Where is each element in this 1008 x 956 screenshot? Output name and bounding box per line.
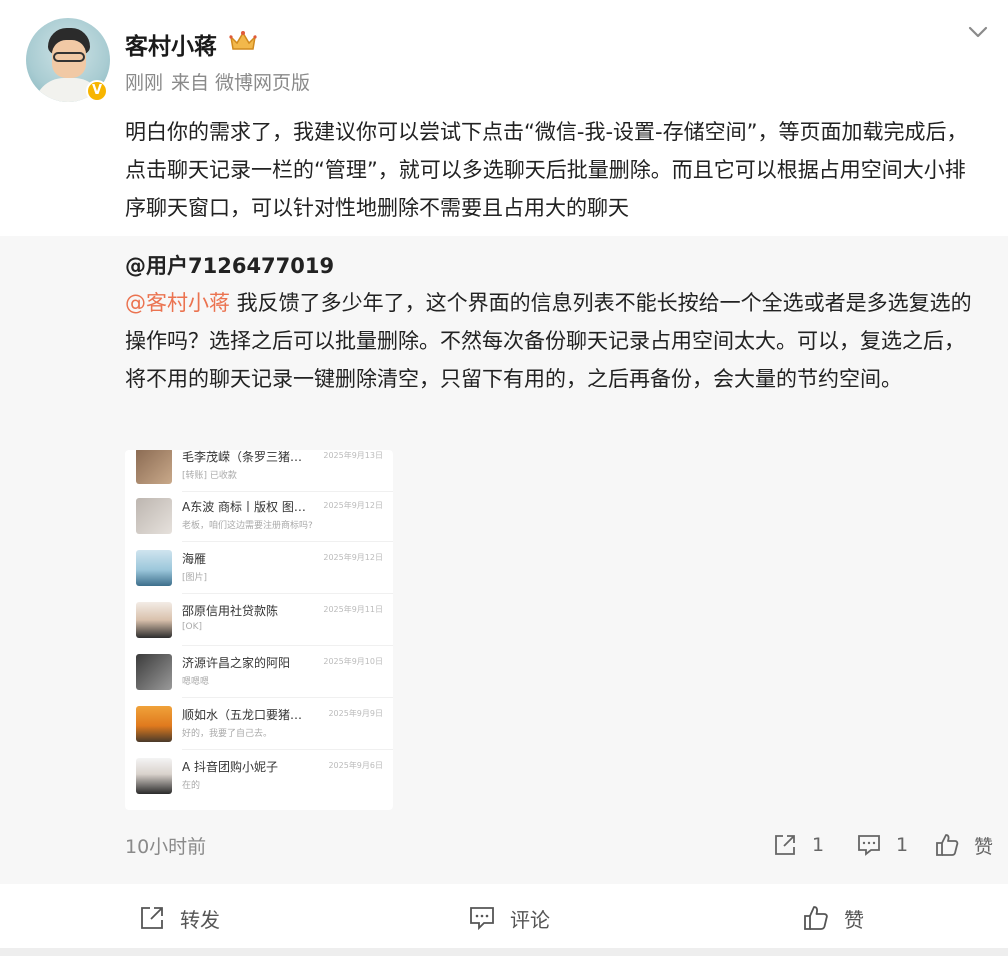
chat-item: A 抖音团购小妮子 在的 2025年9月6日 (125, 750, 393, 802)
chat-item: 顺如水（五龙口要猪… 好的，我要了自己去。 2025年9月9日 (125, 698, 393, 750)
username[interactable]: 客村小蒋 (125, 27, 217, 61)
attached-screenshot[interactable]: 毛李茂嵘（条罗三猪… [转账] 已收款 2025年9月13日 A东波 商标丨版权… (125, 450, 393, 810)
repost-button[interactable]: 转发 (138, 902, 220, 934)
chat-name: 海雁 (182, 552, 207, 566)
chat-date: 2025年9月12日 (323, 501, 383, 510)
post-source: 来自 微博网页版 (171, 72, 311, 94)
chevron-down-icon[interactable] (966, 22, 990, 42)
repost-label: 转发 (180, 907, 220, 932)
chat-date: 2025年9月11日 (323, 605, 383, 614)
chat-avatar (136, 706, 172, 742)
comment-count: 1 (896, 834, 909, 856)
repost-count: 1 (812, 834, 825, 856)
post-meta: 刚刚 来自 微博网页版 (125, 68, 310, 95)
like-label: 赞 (974, 835, 994, 858)
verified-badge: V (86, 80, 108, 102)
chat-preview: [转账] 已收款 (182, 471, 237, 481)
chat-preview: [图片] (182, 573, 208, 583)
like-icon (804, 906, 828, 930)
chat-preview: 老板，咱们这边需要注册商标吗? (182, 521, 313, 531)
chat-preview: 好的，我要了自己去。 (182, 729, 273, 739)
chat-avatar (136, 450, 172, 484)
chat-avatar (136, 550, 172, 586)
repost-body: 我反馈了多少年了，这个界面的信息列表不能长按给一个全选或者是多选复选的操作吗？选… (125, 291, 972, 391)
chat-date: 2025年9月10日 (323, 657, 383, 666)
chat-name: 毛李茂嵘（条罗三猪… (182, 450, 303, 464)
chat-avatar (136, 498, 172, 534)
chat-date: 2025年9月9日 (328, 709, 383, 718)
chat-preview: 在的 (182, 781, 201, 791)
repost-time[interactable]: 10小时前 (125, 832, 206, 859)
post-header: V 客村小蒋 刚刚 来自 微博网页版 (0, 0, 1008, 110)
action-bar: 转发 评论 赞 (0, 884, 1008, 956)
comment-button[interactable]: 评论 (468, 902, 550, 934)
comment-icon (470, 907, 494, 931)
chat-date: 2025年9月6日 (328, 761, 383, 770)
like-stat-button[interactable]: 赞 (934, 830, 993, 860)
repost-block[interactable]: @用户7126477019 @客村小蒋 我反馈了多少年了，这个界面的信息列表不能… (0, 236, 1008, 884)
bottom-divider (0, 948, 1008, 956)
chat-name: A 抖音团购小妮子 (182, 760, 279, 774)
like-label: 赞 (844, 907, 864, 932)
like-button[interactable]: 赞 (802, 902, 864, 934)
comment-label: 评论 (510, 907, 550, 932)
chat-avatar (136, 654, 172, 690)
post-time[interactable]: 刚刚 (125, 72, 163, 94)
repost-stat-button[interactable]: 1 (772, 830, 824, 860)
chat-item: 邵原信用社贷款陈 [OK] 2025年9月11日 (125, 594, 393, 646)
repost-icon (775, 835, 795, 855)
chat-date: 2025年9月12日 (323, 553, 383, 562)
chat-name: 邵原信用社贷款陈 (182, 604, 279, 618)
chat-date: 2025年9月13日 (323, 451, 383, 460)
comment-icon (858, 835, 880, 856)
chat-avatar (136, 602, 172, 638)
chat-name: 济源许昌之家的阿阳 (182, 656, 291, 670)
chat-name: 顺如水（五龙口要猪… (182, 708, 303, 722)
repost-footer: 10小时前 1 1 赞 (0, 830, 1008, 864)
mention-link[interactable]: @客村小蒋 (125, 291, 230, 315)
post-text: 明白你的需求了，我建议你可以尝试下点击“微信-我-设置-存储空间”，等页面加载完… (125, 120, 968, 220)
chat-avatar (136, 758, 172, 794)
comment-stat-button[interactable]: 1 (856, 830, 908, 860)
repost-text: @客村小蒋 我反馈了多少年了，这个界面的信息列表不能长按给一个全选或者是多选复选… (125, 284, 985, 398)
crown-icon (229, 31, 257, 50)
like-icon (936, 834, 959, 856)
chat-preview: 嗯嗯嗯 (182, 677, 210, 687)
chat-item: 毛李茂嵘（条罗三猪… [转账] 已收款 2025年9月13日 (125, 450, 393, 492)
repost-icon (141, 907, 163, 929)
chat-item: A东波 商标丨版权 图… 老板，咱们这边需要注册商标吗? 2025年9月12日 (125, 490, 393, 542)
chat-item: 济源许昌之家的阿阳 嗯嗯嗯 2025年9月10日 (125, 646, 393, 698)
chat-name: A东波 商标丨版权 图… (182, 500, 306, 514)
chat-item: 海雁 [图片] 2025年9月12日 (125, 542, 393, 594)
repost-author[interactable]: @用户7126477019 (125, 250, 334, 280)
chat-preview: [OK] (182, 622, 203, 632)
